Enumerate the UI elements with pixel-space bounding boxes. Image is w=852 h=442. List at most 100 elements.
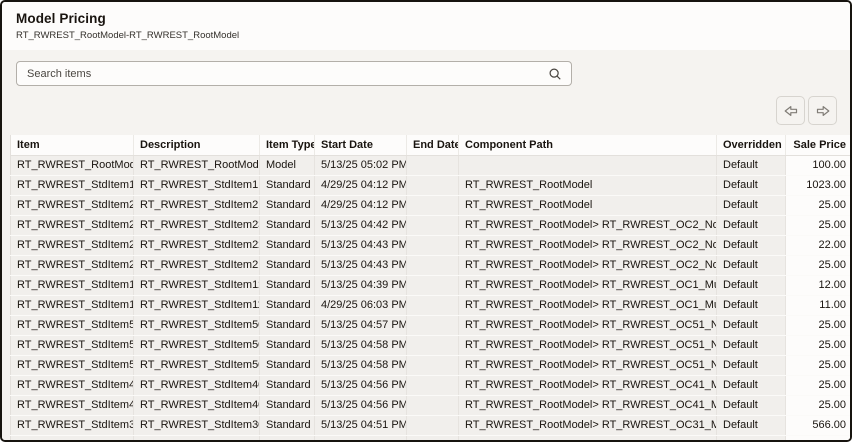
cell-component_path: RT_RWREST_RootModel [458, 195, 717, 216]
cell-sale_price[interactable]: 100.00 [785, 155, 850, 176]
cell-start_date: 5/13/25 04:58 PM [314, 335, 407, 356]
table-header-row: Item Description Item Type Start Date End Da… [10, 135, 850, 156]
cell-overridden: Default [716, 275, 786, 296]
app-window: Model Pricing RT_RWREST_RootModel-RT_RWR… [0, 0, 852, 442]
cell-description [133, 435, 260, 440]
cell-item_type: Standard [259, 415, 315, 436]
cell-end_date [406, 275, 459, 296]
cell-end_date [406, 335, 459, 356]
previous-page-button[interactable] [776, 96, 805, 125]
cell-item: RT_RWREST_StdItem23 [10, 215, 134, 236]
table-body: RT_RWREST_RootModel RT_RWREST_RootModel Mo… [10, 155, 850, 440]
table-row[interactable]: RT_RWREST_StdItem501RT_RWREST_StdItem501… [10, 355, 850, 376]
column-header-start_date: Start Date [314, 135, 407, 156]
table-row[interactable]: RT_RWREST_StdItem23 RT_RWREST_StdItem23 St… [10, 215, 850, 236]
cell-description: RT_RWREST_StdItem501 [133, 355, 260, 376]
table-row[interactable]: RT_RWREST_StdItem1 RT_RWREST_StdItem1 Stan… [10, 175, 850, 196]
table-row-partial [10, 435, 850, 440]
cell-description: RT_RWREST_StdItem402 [133, 395, 260, 416]
cell-sale_price[interactable]: 25.00 [785, 395, 850, 416]
column-header-item: Item [10, 135, 134, 156]
cell-item_type: Standard [259, 175, 315, 196]
cell-overridden: Default [716, 395, 786, 416]
cell-component_path: RT_RWREST_RootModel> RT_RWREST_OC51_NonM… [458, 335, 717, 356]
cell-sale_price[interactable]: 25.00 [785, 215, 850, 236]
cell-end_date [406, 375, 459, 396]
cell-end_date [406, 255, 459, 276]
cell-component_path: RT_RWREST_RootModel> RT_RWREST_OC51_NonM… [458, 355, 717, 376]
cell-sale_price[interactable]: 11.00 [785, 295, 850, 316]
table-row[interactable]: RT_RWREST_StdItem401RT_RWREST_StdItem401… [10, 375, 850, 396]
cell-overridden: Default [716, 235, 786, 256]
cell-sale_price[interactable]: 25.00 [785, 335, 850, 356]
cell-item: RT_RWREST_StdItem11 [10, 295, 134, 316]
cell-overridden: Default [716, 355, 786, 376]
arrow-right-icon [815, 103, 831, 119]
cell-item: RT_RWREST_StdItem401 [10, 375, 134, 396]
cell-item_type: Standard [259, 355, 315, 376]
table-row[interactable]: RT_RWREST_StdItem12 RT_RWREST_StdItem12 St… [10, 275, 850, 296]
next-page-button[interactable] [808, 96, 837, 125]
cell-item_type: Standard [259, 315, 315, 336]
cell-sale_price[interactable]: 12.00 [785, 275, 850, 296]
pagination [776, 96, 837, 125]
cell-component_path: RT_RWREST_RootModel> RT_RWREST_OC51_NonM… [458, 315, 717, 336]
cell-overridden: Default [716, 195, 786, 216]
cell-item [10, 435, 134, 440]
cell-item: RT_RWREST_StdItem501 [10, 355, 134, 376]
cell-start_date: 5/13/25 04:56 PM [314, 375, 407, 396]
cell-end_date [406, 295, 459, 316]
cell-overridden: Default [716, 375, 786, 396]
cell-description: RT_RWREST_StdItem302 [133, 415, 260, 436]
cell-item: RT_RWREST_RootModel [10, 155, 134, 176]
cell-component_path: RT_RWREST_RootModel> RT_RWREST_OC2_NonMu… [458, 215, 717, 236]
cell-sale_price[interactable]: 1023.00 [785, 175, 850, 196]
cell-item_type: Standard [259, 375, 315, 396]
cell-component_path: RT_RWREST_RootModel [458, 175, 717, 196]
column-header-end_date: End Date [406, 135, 459, 156]
cell-overridden: Default [716, 295, 786, 316]
cell-overridden: Default [716, 315, 786, 336]
cell-item_type: Standard [259, 255, 315, 276]
cell-overridden: Default [716, 215, 786, 236]
table-row[interactable]: RT_RWREST_RootModel RT_RWREST_RootModel Mo… [10, 155, 850, 176]
table-row[interactable]: RT_RWREST_StdItem503RT_RWREST_StdItem503… [10, 315, 850, 336]
cell-description: RT_RWREST_StdItem23 [133, 215, 260, 236]
cell-description: RT_RWREST_StdItem21 [133, 255, 260, 276]
cell-sale_price[interactable]: 22.00 [785, 235, 850, 256]
cell-start_date: 5/13/25 04:39 PM [314, 275, 407, 296]
table-row[interactable]: RT_RWREST_StdItem402RT_RWREST_StdItem402… [10, 395, 850, 416]
table-row[interactable]: RT_RWREST_StdItem502RT_RWREST_StdItem502… [10, 335, 850, 356]
cell-sale_price[interactable]: 25.00 [785, 255, 850, 276]
arrow-left-icon [783, 103, 799, 119]
cell-end_date [406, 355, 459, 376]
cell-sale_price[interactable]: 25.00 [785, 375, 850, 396]
table-row[interactable]: RT_RWREST_StdItem11 RT_RWREST_StdItem11 St… [10, 295, 850, 316]
cell-component_path: RT_RWREST_RootModel> RT_RWREST_OC2_NonMu… [458, 235, 717, 256]
table-row[interactable]: RT_RWREST_StdItem302RT_RWREST_StdItem302… [10, 415, 850, 436]
cell-component_path: RT_RWREST_RootModel> RT_RWREST_OC31_Mute… [458, 415, 717, 436]
cell-sale_price[interactable]: 25.00 [785, 195, 850, 216]
table-row[interactable]: RT_RWREST_StdItem22 RT_RWREST_StdItem22 St… [10, 235, 850, 256]
cell-description: RT_RWREST_StdItem502 [133, 335, 260, 356]
column-header-item_type: Item Type [259, 135, 315, 156]
cell-start_date: 5/13/25 04:42 PM [314, 215, 407, 236]
page-subtitle: RT_RWREST_RootModel-RT_RWREST_RootModel [16, 30, 240, 41]
cell-end_date [406, 415, 459, 436]
cell-item: RT_RWREST_StdItem302 [10, 415, 134, 436]
cell-description: RT_RWREST_StdItem22 [133, 235, 260, 256]
cell-start_date: 5/13/25 05:02 PM [314, 155, 407, 176]
page-header: Model Pricing RT_RWREST_RootModel-RT_RWR… [2, 2, 850, 50]
table-row[interactable]: RT_RWREST_StdItem2 RT_RWREST_StdItem2 Stan… [10, 195, 850, 216]
cell-start_date: 5/13/25 04:56 PM [314, 395, 407, 416]
cell-overridden: Default [716, 415, 786, 436]
cell-item_type [259, 435, 315, 440]
cell-sale_price [785, 435, 850, 440]
table-row[interactable]: RT_RWREST_StdItem21 RT_RWREST_StdItem21 St… [10, 255, 850, 276]
cell-sale_price[interactable]: 25.00 [785, 355, 850, 376]
cell-item: RT_RWREST_StdItem1 [10, 175, 134, 196]
cell-start_date: 5/13/25 04:51 PM [314, 415, 407, 436]
cell-sale_price[interactable]: 25.00 [785, 315, 850, 336]
cell-sale_price[interactable]: 566.00 [785, 415, 850, 436]
search-input[interactable] [17, 62, 548, 85]
